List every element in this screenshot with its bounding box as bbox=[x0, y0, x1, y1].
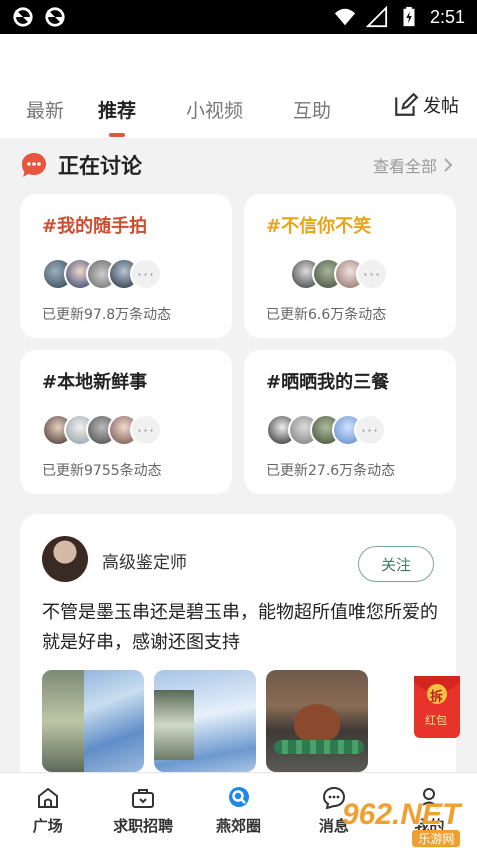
topic-card[interactable]: #不信你不笑 ··· 已更新6.6万条动态 bbox=[244, 194, 456, 338]
nav-item-yanjiao-circle[interactable]: 燕郊圈 bbox=[191, 773, 286, 848]
red-packet-icon bbox=[414, 676, 460, 738]
edit-icon bbox=[395, 92, 419, 116]
nav-label: 燕郊圈 bbox=[216, 817, 262, 835]
sync-icon bbox=[13, 7, 33, 27]
more-avatars-icon: ··· bbox=[130, 414, 162, 446]
wifi-icon bbox=[334, 8, 356, 26]
status-bar: 2:51 bbox=[0, 0, 477, 34]
topic-card[interactable]: #我的随手拍 ··· 已更新97.8万条动态 bbox=[20, 194, 232, 338]
topic-card[interactable]: #晒晒我的三餐 ··· 已更新27.6万条动态 bbox=[244, 350, 456, 494]
header: 最新 推荐 小视频 互助 发帖 bbox=[0, 34, 477, 138]
follow-button[interactable]: 关注 bbox=[358, 546, 434, 582]
home-icon bbox=[37, 787, 58, 808]
topic-card[interactable]: #本地新鲜事 ··· 已更新9755条动态 bbox=[20, 350, 232, 494]
circle-search-icon bbox=[228, 787, 249, 807]
nav-item-jobs[interactable]: 求职招聘 bbox=[95, 773, 190, 848]
tab-short-video[interactable]: 小视频 bbox=[186, 93, 243, 129]
avatar-group: ··· bbox=[42, 414, 162, 448]
post-user-name[interactable]: 高级鉴定师 bbox=[102, 548, 187, 573]
briefcase-icon bbox=[132, 789, 155, 808]
battery-charging-icon bbox=[403, 6, 415, 27]
post-image[interactable] bbox=[42, 670, 144, 772]
topic-title: #不信你不笑 bbox=[266, 216, 372, 237]
post-text: 不管是墨玉串还是碧玉串，能物超所值唯您所爱的就是好串，感谢还图支持 bbox=[42, 602, 438, 653]
red-packet-bottom-text: 红包 bbox=[425, 714, 447, 727]
tab-fade bbox=[360, 84, 384, 138]
more-avatars-icon: ··· bbox=[356, 258, 388, 290]
tab-bar: 最新 推荐 小视频 互助 bbox=[0, 84, 331, 138]
red-packet-top-text: 拆 bbox=[430, 690, 444, 705]
avatar-group: ··· bbox=[42, 258, 162, 292]
view-all-label: 查看全部 bbox=[372, 157, 437, 176]
topic-title: #我的随手拍 bbox=[42, 216, 148, 237]
view-all-link[interactable]: 查看全部 bbox=[373, 153, 453, 177]
more-avatars-icon: ··· bbox=[130, 258, 162, 290]
chevron-right-icon bbox=[444, 158, 453, 172]
post-image[interactable] bbox=[154, 670, 256, 772]
nav-label: 求职招聘 bbox=[113, 817, 174, 835]
post-button-label: 发帖 bbox=[423, 96, 459, 117]
watermark-main: 962.NET bbox=[342, 798, 461, 831]
avatar-group: ··· bbox=[290, 258, 388, 292]
topic-title: #晒晒我的三餐 bbox=[266, 372, 390, 393]
red-packet-button[interactable]: 拆 红包 bbox=[412, 674, 462, 740]
post-card[interactable]: 高级鉴定师 关注 不管是墨玉串还是碧玉串，能物超所值唯您所爱的就是好串，感谢还图… bbox=[20, 514, 456, 794]
tab-latest[interactable]: 最新 bbox=[26, 93, 64, 129]
post-button[interactable]: 发帖 bbox=[387, 92, 459, 118]
nav-item-plaza[interactable]: 广场 bbox=[0, 773, 95, 848]
topic-count: 已更新9755条动态 bbox=[42, 463, 162, 479]
discussion-header: 正在讨论 查看全部 bbox=[0, 138, 477, 192]
tab-recommend[interactable]: 推荐 bbox=[98, 93, 136, 129]
nav-label: 广场 bbox=[32, 817, 63, 835]
signal-icon bbox=[365, 6, 388, 28]
avatar-group: ··· bbox=[266, 414, 386, 448]
topic-count: 已更新27.6万条动态 bbox=[266, 463, 396, 479]
section-title: 正在讨论 bbox=[58, 154, 142, 178]
topic-title: #本地新鲜事 bbox=[42, 372, 148, 393]
post-image[interactable] bbox=[266, 670, 368, 772]
clock: 2:51 bbox=[429, 6, 465, 27]
topic-count: 已更新6.6万条动态 bbox=[266, 307, 387, 323]
watermark-sub: 乐游网 bbox=[412, 830, 461, 847]
avatar[interactable] bbox=[42, 536, 88, 582]
watermark: 962.NET 乐游网 bbox=[342, 798, 461, 847]
chat-bubble-icon bbox=[22, 153, 46, 177]
tab-mutual-help[interactable]: 互助 bbox=[293, 93, 331, 129]
topic-count: 已更新97.8万条动态 bbox=[42, 307, 172, 323]
more-avatars-icon: ··· bbox=[354, 414, 386, 446]
sync-icon bbox=[45, 7, 65, 27]
